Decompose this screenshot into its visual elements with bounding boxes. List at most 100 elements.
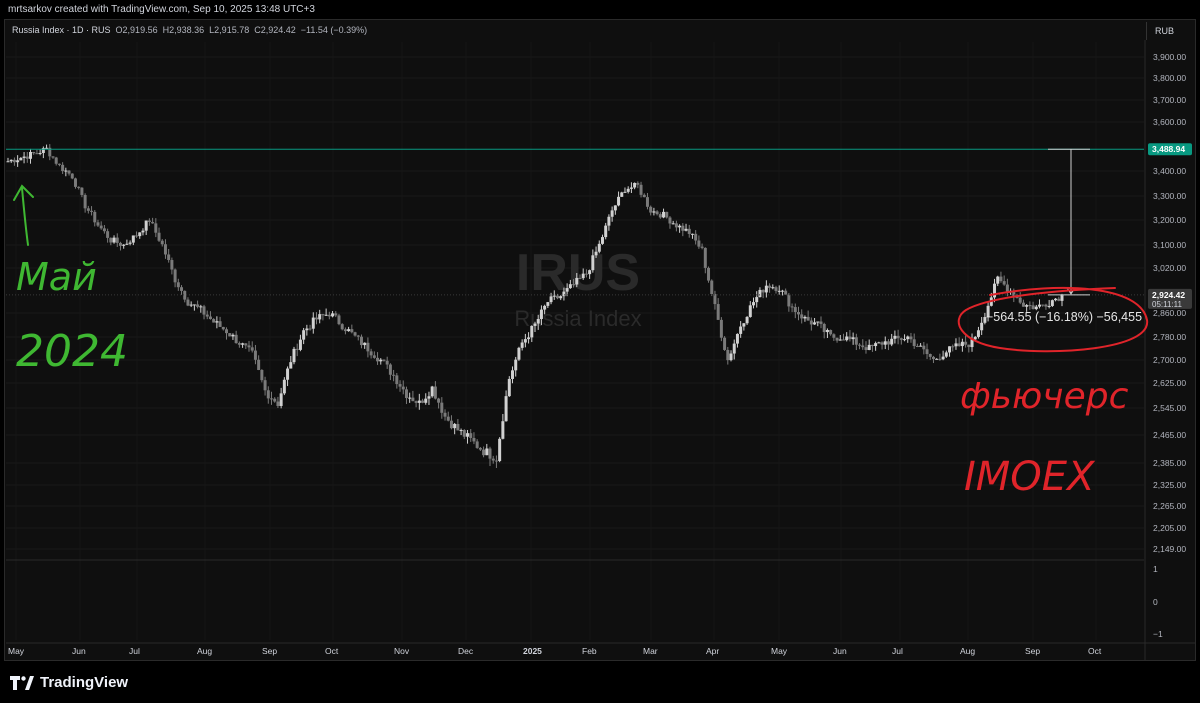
candle-body [308,328,312,330]
candle-body [793,307,797,313]
candle-body [954,343,958,347]
candle-body [764,285,768,293]
candle-body [951,346,955,348]
candle-body [610,210,614,217]
horizontal-level-label: 3,488.94 [1152,144,1185,154]
candle-body [421,400,425,403]
currency-selector[interactable]: RUB [1146,22,1192,40]
price-chart[interactable]: 3,900.00 3,800.00 3,700.00 3,600.00 3,400.00… [0,0,1200,703]
candle-body [639,184,643,195]
candle-body [83,194,87,209]
candle-body [302,330,306,340]
price-tick-label: 2,149.00 [1153,544,1186,554]
time-tick-label: Apr [706,646,719,656]
candle-body [366,342,370,352]
last-price-label: 2,924.42 [1152,290,1185,300]
candle-body [870,344,874,347]
candle-body [160,240,164,245]
time-tick-label: Nov [394,646,410,656]
price-tick-label: 3,300.00 [1153,191,1186,201]
candle-body [388,364,392,375]
candle-body [324,314,328,316]
candle-body [212,319,216,323]
candle-body [687,228,691,234]
candle-body [446,416,450,421]
candle-body [514,359,518,371]
candle-body [668,217,672,224]
symbol-legend[interactable]: Russia Index · 1D · RUS O2,919.56 H2,938… [12,25,367,35]
candle-body [617,196,621,206]
candle-body [816,321,820,323]
candle-body [135,235,139,237]
candle-body [925,349,929,355]
candle-body [899,338,903,340]
candle-body [472,437,476,442]
candle-body [1018,297,1022,303]
candle-body [488,448,492,459]
candle-body [215,321,219,323]
price-tick-label: 2,780.00 [1153,332,1186,342]
handwritten-note-imoex: IMOEX [964,454,1096,500]
candle-body [22,156,26,158]
candle-body [151,221,155,224]
candle-body [411,397,415,402]
handwritten-note-month: Май [16,255,97,299]
candle-body [919,345,923,347]
candle-body [122,244,126,246]
candle-body [347,329,351,332]
candle-body [106,231,110,238]
candle-body [1050,300,1054,306]
candle-body [80,187,84,195]
candle-body [376,357,380,362]
candle-body [163,244,167,255]
candle-body [761,289,765,293]
candle-body [1025,305,1029,307]
time-tick-label: Sep [262,646,277,656]
candle-body [948,346,952,353]
candle-body [703,247,707,268]
currency-label: RUB [1155,26,1175,36]
price-tick-label: 3,700.00 [1153,95,1186,105]
candle-body [437,398,441,403]
candle-body [173,269,177,283]
candle-body [507,378,511,397]
candle-body [427,396,431,399]
candle-body [430,386,434,397]
candle-body [382,359,386,361]
candle-body [485,448,489,456]
candle-body [398,384,402,387]
time-tick-label: Oct [1088,646,1102,656]
candle-body [999,276,1003,282]
candle-body [180,287,184,291]
candle-body [652,211,656,213]
candle-body [662,211,666,218]
candle-body [957,343,961,347]
candle-body [282,379,286,394]
measure-readout: −564.55 (−16.18%) −56,455 [986,310,1142,324]
candle-body [343,329,347,332]
candle-body [141,230,145,233]
candle-body [565,288,569,292]
tradingview-logo[interactable]: TradingView [10,674,128,691]
candle-body [340,324,344,330]
candle-body [228,333,232,337]
time-tick-label: May [8,646,25,656]
candle-body [890,338,894,345]
candle-body [1041,304,1045,306]
candle-body [28,151,32,159]
candle-body [588,270,592,275]
candle-body [109,237,113,243]
candle-body [86,208,90,211]
candle-body [964,341,968,345]
candle-body [311,317,315,329]
candle-body [456,423,460,431]
candle-body [154,223,158,233]
candle-body [867,344,871,351]
candle-body [1047,305,1051,307]
candle-body [678,225,682,228]
candle-body [597,243,601,252]
candle-body [318,314,322,320]
candle-body [530,325,534,338]
candle-body [690,233,694,235]
candle-body [234,334,238,344]
